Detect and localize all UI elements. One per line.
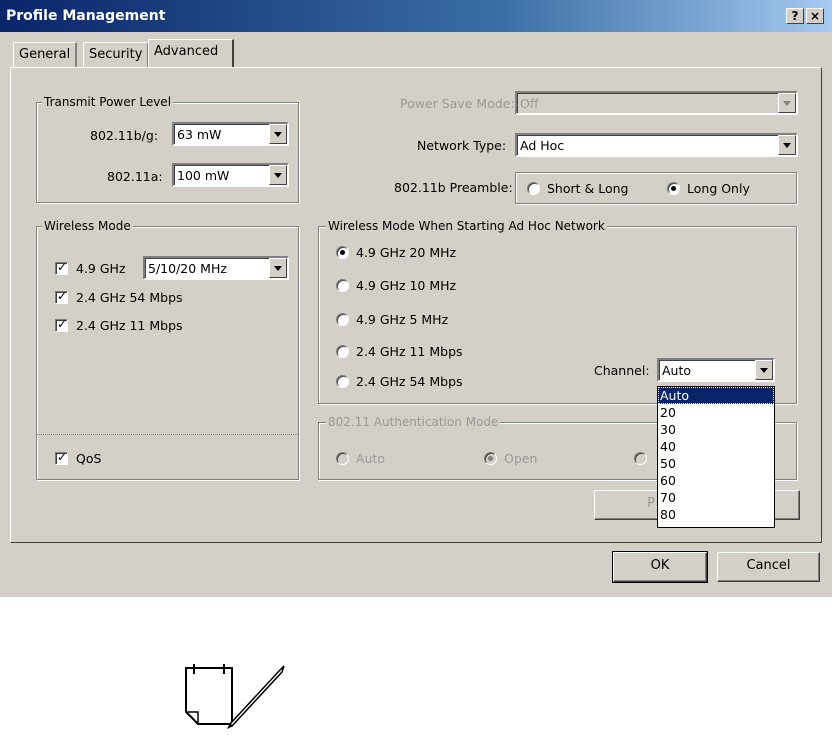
wm-49ghz-label: 4.9 GHz <box>76 261 126 276</box>
tab-general[interactable]: General <box>13 42 78 67</box>
band-value: 5/10/20 MHz <box>148 261 227 276</box>
wm-49ghz-checkbox[interactable]: ✓ <box>55 260 68 275</box>
network-type-select[interactable]: Ad Hoc <box>515 133 798 157</box>
adhoc-49-5-radio[interactable] <box>336 313 349 326</box>
adhoc-49-20-radio[interactable] <box>336 246 349 259</box>
chevron-down-icon <box>760 368 768 373</box>
power-save-select[interactable]: Off <box>515 91 798 115</box>
network-type-dropdown-button[interactable] <box>778 135 796 155</box>
auth-auto-radio[interactable] <box>336 452 349 465</box>
preamble-short-long-label: Short & Long <box>547 181 629 196</box>
bg-power-select[interactable]: 63 mW <box>172 122 289 146</box>
channel-value: Auto <box>662 363 692 378</box>
chevron-down-icon <box>274 173 282 178</box>
power-save-value: Off <box>520 96 539 111</box>
wm-24ghz-11-checkbox[interactable]: ✓ <box>55 317 68 332</box>
adhoc-49-10-label: 4.9 GHz 10 MHz <box>356 278 457 293</box>
preamble-long-only-radio[interactable] <box>667 182 680 195</box>
power-save-label: Power Save Mode: <box>400 96 515 111</box>
chevron-down-icon <box>783 143 791 148</box>
bg-power-label: 802.11b/g: <box>90 128 159 143</box>
adhoc-49-10-radio[interactable] <box>336 279 349 292</box>
radio-selected-dot <box>488 456 493 461</box>
preamble-short-long-radio[interactable] <box>527 182 540 195</box>
adhoc-24-11-radio[interactable] <box>336 345 349 358</box>
cancel-button[interactable]: Cancel <box>717 552 820 582</box>
chevron-down-icon <box>274 132 282 137</box>
a-power-select[interactable]: 100 mW <box>172 163 289 187</box>
a-power-value: 100 mW <box>177 168 230 183</box>
auth-open-radio[interactable] <box>484 452 497 465</box>
checkmark-icon: ✓ <box>57 317 68 331</box>
channel-dropdown-list[interactable]: Auto 20 30 40 50 60 70 80 <box>657 386 775 528</box>
a-power-label: 802.11a: <box>107 169 163 184</box>
wm-24ghz-54-checkbox[interactable]: ✓ <box>55 289 68 304</box>
adhoc-mode-legend: Wireless Mode When Starting Ad Hoc Netwo… <box>326 219 607 233</box>
preamble-label: 802.11b Preamble: <box>394 180 513 195</box>
adhoc-24-54-label: 2.4 GHz 54 Mbps <box>356 374 463 389</box>
channel-label: Channel: <box>594 363 650 378</box>
checkmark-icon: ✓ <box>57 260 68 274</box>
checkmark-icon: ✓ <box>57 289 68 303</box>
title-bar: Profile Management <box>0 0 832 32</box>
close-button[interactable]: × <box>806 8 824 24</box>
channel-option-80[interactable]: 80 <box>658 506 774 523</box>
tab-advanced[interactable]: Advanced <box>148 39 234 67</box>
tab-advanced-label: Advanced <box>154 44 219 59</box>
auth-shared-radio[interactable] <box>634 452 647 465</box>
channel-option-30[interactable]: 30 <box>658 421 774 438</box>
auth-auto-label: Auto <box>356 451 386 466</box>
chevron-down-icon <box>783 101 791 106</box>
wm-24ghz-11-label: 2.4 GHz 11 Mbps <box>76 318 183 333</box>
channel-option-60[interactable]: 60 <box>658 472 774 489</box>
chevron-down-icon <box>274 266 282 271</box>
channel-select[interactable]: Auto <box>657 358 775 382</box>
channel-option-70[interactable]: 70 <box>658 489 774 506</box>
transmit-power-legend: Transmit Power Level <box>42 95 174 109</box>
channel-option-auto[interactable]: Auto <box>658 387 774 404</box>
channel-option-50[interactable]: 50 <box>658 455 774 472</box>
qos-checkbox[interactable]: ✓ <box>55 450 68 465</box>
qos-label: QoS <box>76 451 102 466</box>
band-dropdown-button[interactable] <box>269 258 287 278</box>
preamble-long-only-label: Long Only <box>687 181 750 196</box>
radio-selected-dot <box>671 186 676 191</box>
ok-button[interactable]: OK <box>612 551 708 583</box>
separator <box>37 434 298 435</box>
auth-mode-legend: 802.11 Authentication Mode <box>326 415 501 429</box>
transmit-power-group <box>36 102 299 203</box>
wireless-mode-legend: Wireless Mode <box>42 219 133 233</box>
help-button[interactable]: ? <box>786 8 804 24</box>
network-type-label: Network Type: <box>417 138 507 153</box>
power-save-dropdown-button[interactable] <box>778 93 796 113</box>
band-select[interactable]: 5/10/20 MHz <box>143 256 289 280</box>
network-type-value: Ad Hoc <box>520 138 565 153</box>
note-pencil-icon <box>184 662 294 732</box>
channel-option-40[interactable]: 40 <box>658 438 774 455</box>
auth-open-label: Open <box>504 451 538 466</box>
tab-general-label: General <box>19 47 71 62</box>
bg-power-value: 63 mW <box>177 127 222 142</box>
checkmark-icon: ✓ <box>57 450 68 464</box>
tab-security[interactable]: Security <box>83 42 150 67</box>
channel-dropdown-button[interactable] <box>755 360 773 380</box>
window-title: Profile Management <box>6 8 166 24</box>
a-power-dropdown-button[interactable] <box>269 165 287 185</box>
tab-security-label: Security <box>89 47 143 62</box>
wm-24ghz-54-label: 2.4 GHz 54 Mbps <box>76 290 183 305</box>
profile-management-dialog: Profile Management ? × General Security … <box>0 0 832 597</box>
adhoc-24-11-label: 2.4 GHz 11 Mbps <box>356 344 463 359</box>
adhoc-49-20-label: 4.9 GHz 20 MHz <box>356 245 457 260</box>
adhoc-49-5-label: 4.9 GHz 5 MHz <box>356 312 449 327</box>
adhoc-24-54-radio[interactable] <box>336 375 349 388</box>
bg-power-dropdown-button[interactable] <box>269 124 287 144</box>
radio-selected-dot <box>340 250 345 255</box>
channel-option-20[interactable]: 20 <box>658 404 774 421</box>
